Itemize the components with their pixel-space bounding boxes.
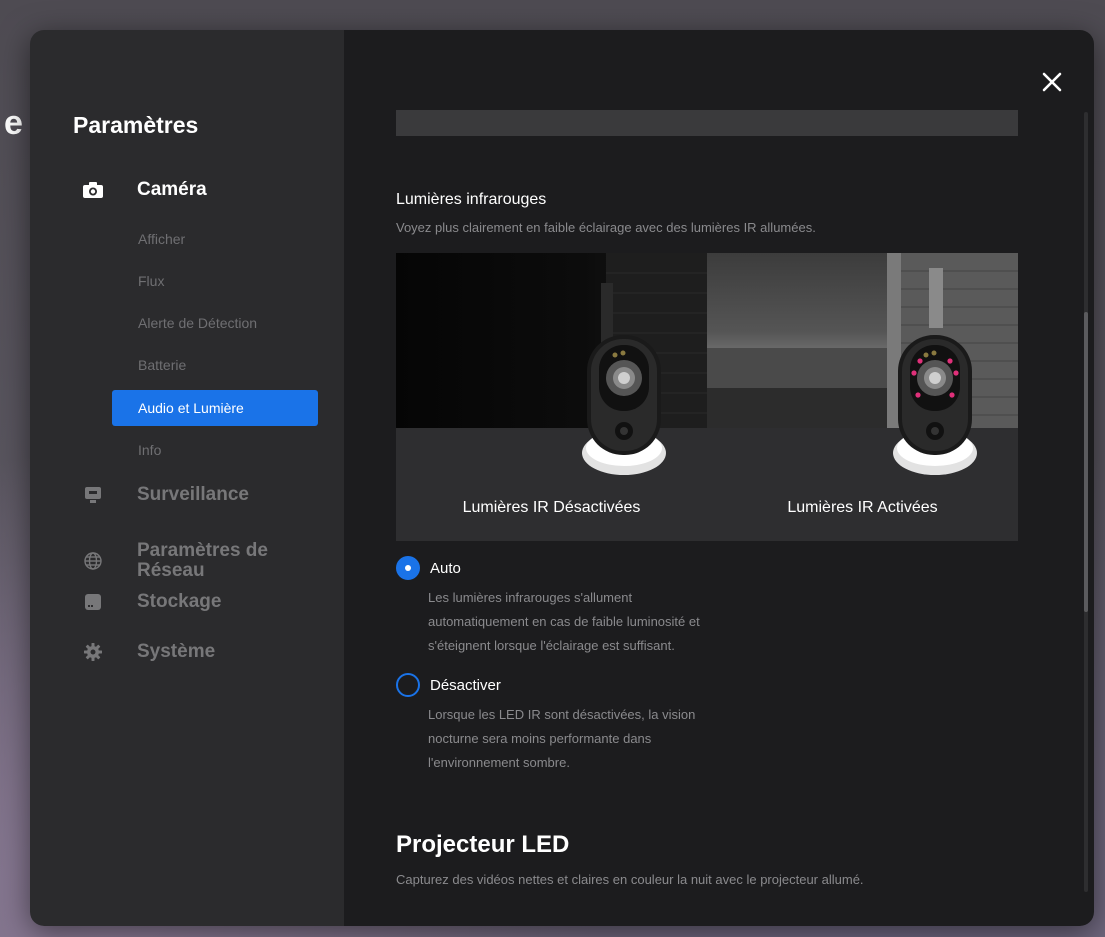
led-section-description: Capturez des vidéos nettes et claires en… [396,872,864,887]
ir-disable-radio[interactable] [396,673,420,697]
ir-disable-description: Lorsque les LED IR sont désactivées, la … [428,703,808,775]
nav-section-camera[interactable]: Caméra [30,170,344,210]
nav-section-surveillance[interactable]: Surveillance [30,475,344,515]
subnav-item-flux[interactable]: Flux [112,263,318,299]
globe-icon [82,550,104,572]
sidebar-title: Paramètres [73,112,199,138]
ir-auto-description: Les lumières infrarouges s'allument auto… [428,586,808,658]
settings-modal: Paramètres Caméra Afficher Flux Alerte d… [30,30,1094,926]
settings-content: Lumières infrarouges Voyez plus claireme… [344,30,1094,926]
close-icon [1042,72,1062,92]
nav-label-surveillance: Surveillance [137,484,249,505]
previous-section-placeholder [396,110,1018,136]
nav-label-storage: Stockage [137,591,222,612]
camera-icon [82,179,104,201]
nav-section-network[interactable]: Paramètres de Réseau [30,533,344,589]
ir-disable-description-line: l'environnement sombre. [428,755,570,770]
subnav-item-batterie[interactable]: Batterie [112,347,318,383]
subnav-item-audio-lumiere[interactable]: Audio et Lumière [112,390,318,426]
backdrop-logo-fragment: e [4,104,23,142]
ir-auto-description-line: Les lumières infrarouges s'allument [428,590,633,605]
subnav-item-info[interactable]: Info [112,432,318,468]
nav-section-system[interactable]: Système [30,632,344,672]
ir-disable-label: Désactiver [430,676,501,694]
ir-on-caption: Lumières IR Activées [787,499,938,516]
settings-sidebar: Paramètres Caméra Afficher Flux Alerte d… [30,30,344,926]
content-scrollbar-thumb[interactable] [1084,312,1088,612]
close-button[interactable] [1038,68,1066,96]
nav-section-storage[interactable]: Stockage [30,582,344,622]
ir-disable-description-line: Lorsque les LED IR sont désactivées, la … [428,707,696,722]
nav-label-network: Paramètres de Réseau [137,540,268,581]
subnav-item-alerte-detection[interactable]: Alerte de Détection [112,305,318,341]
ir-auto-radio[interactable] [396,556,420,580]
content-scrollbar[interactable] [1084,112,1088,892]
nav-label-system: Système [137,641,216,662]
led-section-title: Projecteur LED [396,831,570,858]
camera-device-ir-on [893,335,977,475]
monitor-icon [82,484,104,506]
storage-icon [82,591,104,613]
gear-icon [82,641,104,663]
ir-section-title: Lumières infrarouges [396,191,547,208]
subnav-item-afficher[interactable]: Afficher [112,221,318,257]
ir-option-auto[interactable]: Auto [396,556,461,580]
ir-option-disable[interactable]: Désactiver [396,673,501,697]
ir-disable-description-line: nocturne sera moins performante dans [428,731,652,746]
nav-label-camera: Caméra [137,179,207,200]
ir-auto-description-line: automatiquement en cas de faible luminos… [428,614,700,629]
camera-device-ir-off [582,335,666,475]
ir-section-description: Voyez plus clairement en faible éclairag… [396,220,816,235]
ir-comparison-image: Lumières IR Désactivées Lumières IR Acti… [396,253,1018,541]
ir-auto-description-line: s'éteignent lorsque l'éclairage est suff… [428,638,675,653]
ir-auto-label: Auto [430,559,461,577]
ir-off-caption: Lumières IR Désactivées [462,499,641,516]
